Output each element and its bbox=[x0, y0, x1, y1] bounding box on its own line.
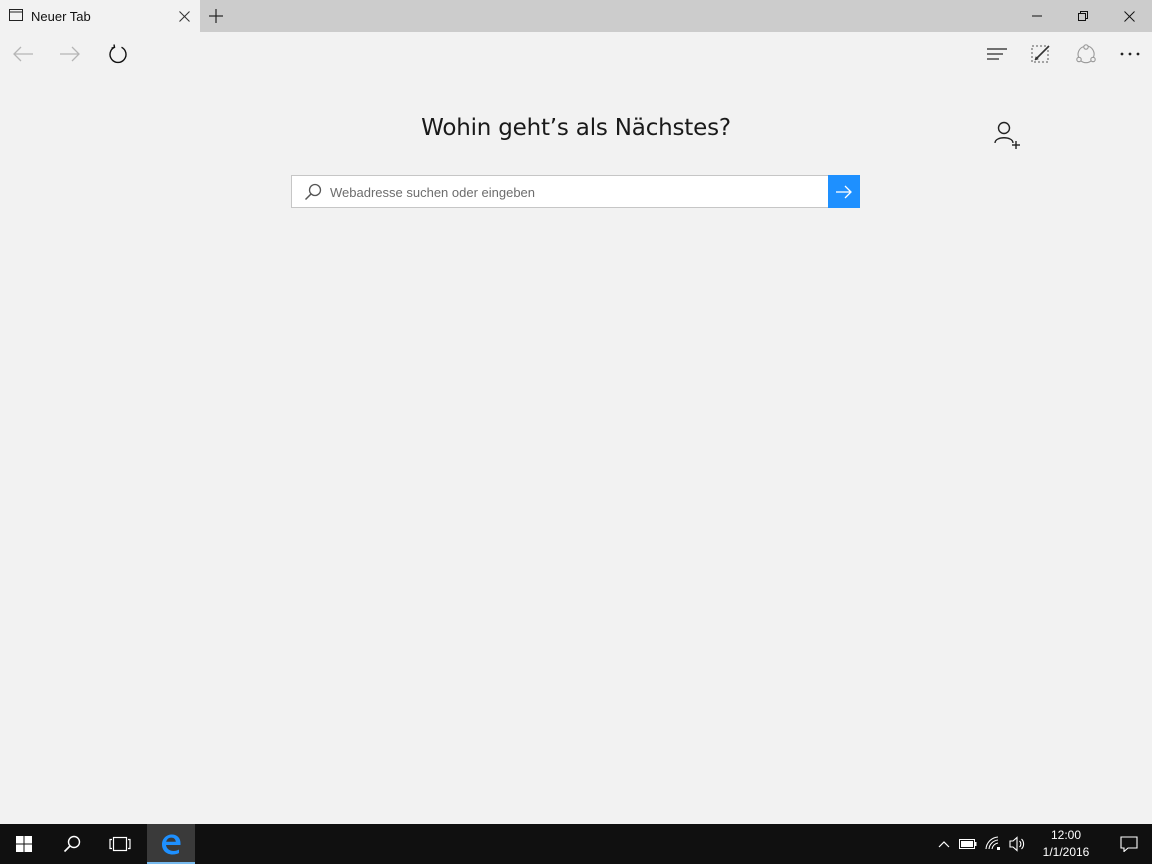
navigation-bar bbox=[0, 32, 1152, 76]
tab-title: Neuer Tab bbox=[31, 9, 91, 24]
hub-button[interactable] bbox=[981, 38, 1013, 70]
chevron-up-icon bbox=[938, 841, 950, 848]
back-button[interactable] bbox=[7, 38, 39, 70]
search-box bbox=[291, 175, 829, 208]
volume-button[interactable] bbox=[1008, 834, 1028, 854]
close-icon bbox=[1123, 10, 1135, 22]
show-hidden-icons-button[interactable] bbox=[934, 834, 954, 854]
tab-page-icon bbox=[9, 9, 23, 21]
web-note-button[interactable] bbox=[1025, 38, 1057, 70]
volume-icon bbox=[1009, 836, 1025, 852]
action-center-icon bbox=[1120, 836, 1138, 852]
search-icon bbox=[304, 183, 322, 201]
refresh-icon bbox=[109, 44, 127, 64]
forward-arrow-icon bbox=[60, 46, 80, 62]
battery-button[interactable] bbox=[958, 834, 978, 854]
network-button[interactable] bbox=[984, 834, 1004, 854]
taskbar-edge-button[interactable] bbox=[147, 824, 195, 864]
restore-button[interactable] bbox=[1060, 0, 1106, 32]
title-bar: Neuer Tab bbox=[0, 0, 1152, 32]
close-icon bbox=[178, 10, 190, 22]
task-view-button[interactable] bbox=[96, 824, 144, 864]
windows-start-icon bbox=[16, 836, 32, 852]
search-icon bbox=[63, 835, 81, 853]
minimize-icon bbox=[1032, 15, 1042, 17]
share-button[interactable] bbox=[1070, 38, 1102, 70]
hub-icon bbox=[987, 48, 1007, 60]
more-button[interactable] bbox=[1114, 38, 1146, 70]
share-icon bbox=[1076, 44, 1096, 64]
add-user-icon bbox=[994, 121, 1020, 149]
clock-time: 12:00 bbox=[1050, 828, 1082, 842]
back-arrow-icon bbox=[13, 46, 33, 62]
start-button[interactable] bbox=[0, 824, 48, 864]
taskbar: 12:00 1/1/2016 bbox=[0, 824, 1152, 864]
web-note-icon bbox=[1031, 45, 1050, 63]
plus-icon bbox=[209, 9, 223, 23]
taskbar-search-button[interactable] bbox=[48, 824, 96, 864]
tab-neuer-tab[interactable]: Neuer Tab bbox=[0, 0, 200, 32]
go-button[interactable] bbox=[828, 175, 860, 208]
add-user-button[interactable] bbox=[991, 119, 1023, 151]
arrow-right-icon bbox=[836, 185, 852, 198]
action-center-button[interactable] bbox=[1106, 824, 1152, 864]
restore-icon bbox=[1078, 11, 1088, 21]
page-heading: Wohin geht’s als Nächstes? bbox=[421, 115, 731, 141]
forward-button[interactable] bbox=[54, 38, 86, 70]
tab-close-button[interactable] bbox=[174, 6, 194, 26]
close-window-button[interactable] bbox=[1106, 0, 1152, 32]
battery-icon bbox=[959, 839, 977, 849]
more-icon bbox=[1120, 52, 1140, 56]
edge-icon bbox=[162, 834, 181, 855]
task-view-icon bbox=[109, 836, 131, 852]
clock-date: 1/1/2016 bbox=[1042, 845, 1090, 859]
wifi-icon bbox=[985, 836, 1000, 850]
refresh-button[interactable] bbox=[102, 38, 134, 70]
search-input[interactable] bbox=[330, 180, 820, 204]
minimize-button[interactable] bbox=[1014, 0, 1060, 32]
clock[interactable]: 12:00 1/1/2016 bbox=[1034, 827, 1098, 861]
new-tab-button[interactable] bbox=[204, 4, 228, 28]
